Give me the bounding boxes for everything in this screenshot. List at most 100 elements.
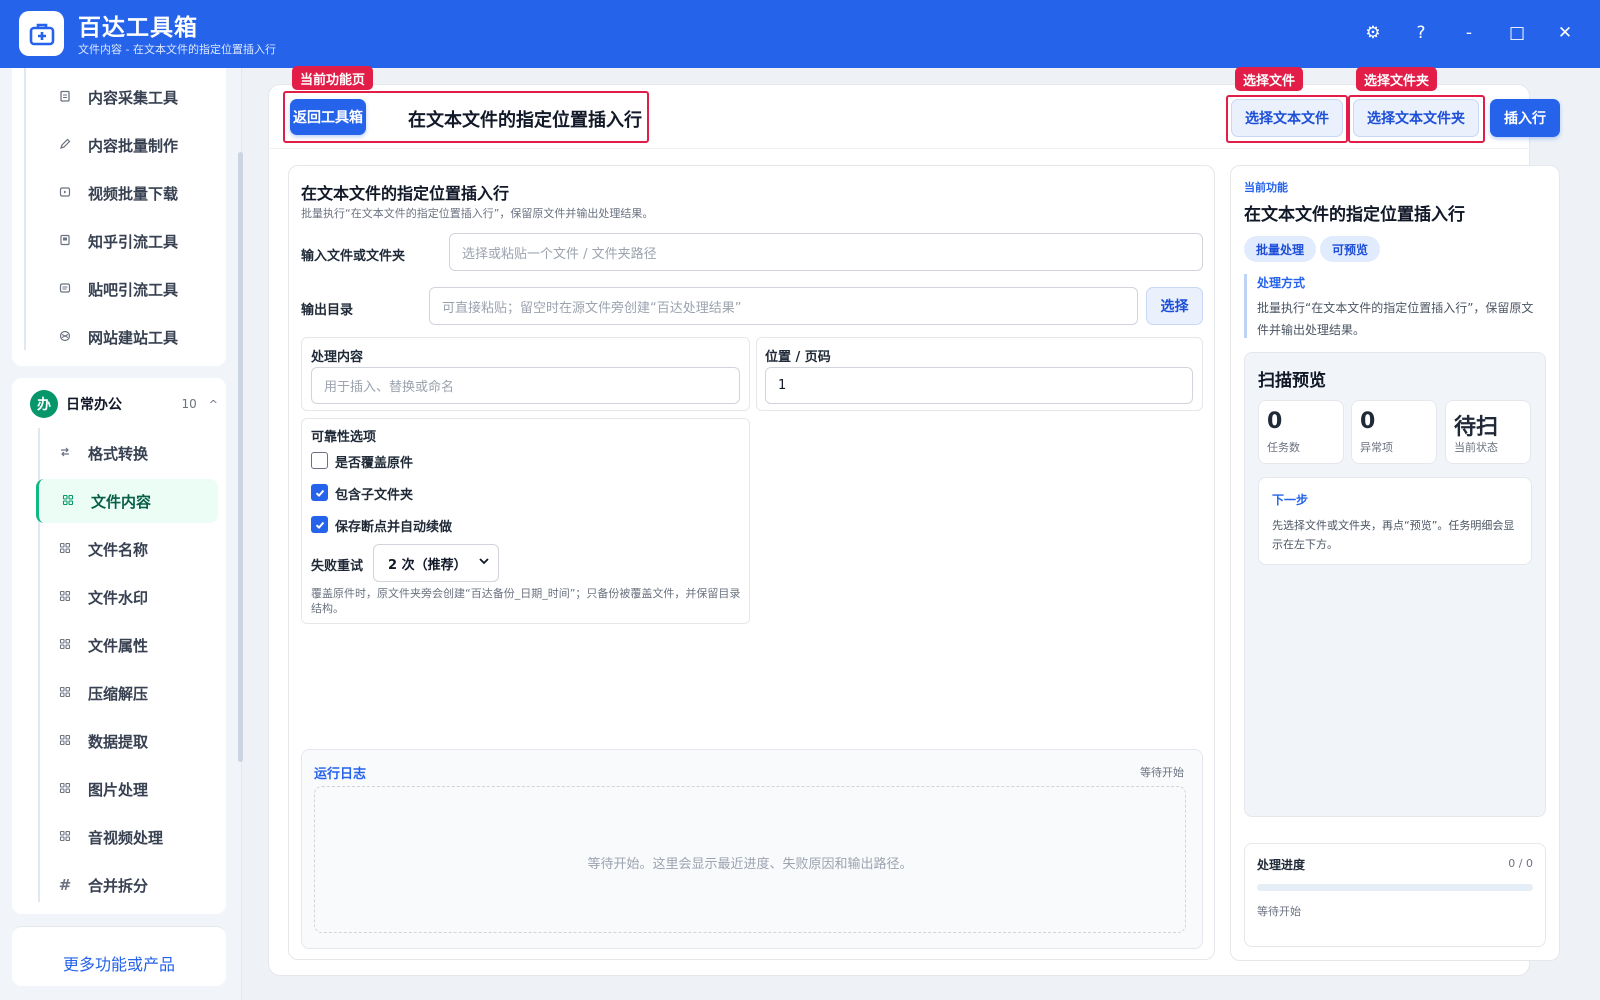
grid-icon bbox=[52, 590, 78, 605]
run-log-output: 等待开始。这里会显示最近进度、失败原因和输出路径。 bbox=[314, 786, 1186, 933]
grid-icon bbox=[52, 782, 78, 797]
group-badge: 办 bbox=[30, 390, 58, 418]
book-icon bbox=[52, 234, 78, 249]
sidebar-item-label: 知乎引流工具 bbox=[88, 232, 179, 251]
check-icon bbox=[315, 489, 324, 497]
stat-caption: 任务数 bbox=[1267, 441, 1300, 454]
group-label: 日常办公 bbox=[66, 397, 122, 413]
globe-icon bbox=[52, 330, 78, 345]
toolbox-logo-icon bbox=[19, 11, 64, 56]
current-function-title: 在文本文件的指定位置插入行 bbox=[1244, 205, 1465, 225]
stat-value: 0 bbox=[1360, 409, 1376, 434]
select-text-file-button[interactable]: 选择文本文件 bbox=[1231, 99, 1343, 137]
minimize-button[interactable]: - bbox=[1458, 22, 1480, 44]
sidebar-item-office-3[interactable]: 文件水印 bbox=[36, 575, 218, 619]
sidebar-item-label: 文件内容 bbox=[91, 492, 152, 511]
content-input[interactable]: 用于插入、替换或命名 bbox=[311, 367, 740, 404]
sidebar-item-label: 网站建站工具 bbox=[88, 328, 179, 347]
progress-card: 处理进度 0 / 0 等待开始 bbox=[1244, 843, 1546, 947]
content-label: 处理内容 bbox=[311, 350, 364, 365]
stat-caption: 当前状态 bbox=[1454, 441, 1498, 454]
option-label-0[interactable]: 是否覆盖原件 bbox=[335, 452, 413, 471]
run-log-placeholder: 等待开始。这里会显示最近进度、失败原因和输出路径。 bbox=[587, 857, 913, 872]
grid-icon bbox=[52, 686, 78, 701]
sidebar-group-office[interactable]: 办 日常办公 10 ^ bbox=[30, 388, 218, 420]
annotation-select-folder: 选择文件夹 bbox=[1356, 67, 1438, 91]
sidebar-item-tools-3[interactable]: 知乎引流工具 bbox=[36, 219, 218, 263]
grid-icon bbox=[52, 830, 78, 845]
overwrite-note: 覆盖原件时，原文件夹旁会创建“百达备份_日期_时间”；只备份被覆盖文件，并保留目… bbox=[311, 587, 741, 615]
form-description: 批量执行“在文本文件的指定位置插入行”，保留原文件并输出处理结果。 bbox=[301, 207, 654, 220]
retry-select[interactable]: 2 次（推荐） bbox=[373, 544, 499, 582]
sidebar-item-label: 文件名称 bbox=[88, 540, 149, 559]
stat-caption: 异常项 bbox=[1360, 441, 1393, 454]
sidebar-item-office-9[interactable]: # 合并拆分 bbox=[36, 863, 218, 907]
method-label: 处理方式 bbox=[1257, 276, 1306, 290]
stat-current-status: 待扫 当前状态 bbox=[1445, 400, 1531, 464]
grid-icon bbox=[52, 734, 78, 749]
insert-line-button[interactable]: 插入行 bbox=[1490, 99, 1560, 137]
stat-value: 0 bbox=[1267, 409, 1283, 434]
output-label: 输出目录 bbox=[301, 303, 354, 318]
option-label-1[interactable]: 包含子文件夹 bbox=[335, 484, 413, 503]
option-checkbox-1[interactable] bbox=[311, 484, 328, 501]
form-title: 在文本文件的指定位置插入行 bbox=[301, 184, 510, 203]
settings-icon[interactable]: ⚙ bbox=[1362, 22, 1384, 44]
sidebar-item-office-4[interactable]: 文件属性 bbox=[36, 623, 218, 667]
chevron-up-icon[interactable]: ^ bbox=[209, 398, 218, 411]
stat-error-count: 0 异常项 bbox=[1351, 400, 1437, 464]
position-label: 位置 / 页码 bbox=[765, 350, 831, 365]
method-text: 批量执行“在文本文件的指定位置插入行”，保留原文件并输出处理结果。 bbox=[1257, 301, 1534, 337]
retry-label: 失败重试 bbox=[311, 559, 364, 574]
clipboard-icon bbox=[52, 90, 78, 105]
maximize-button[interactable]: □ bbox=[1506, 22, 1528, 44]
stat-task-count: 0 任务数 bbox=[1258, 400, 1344, 464]
help-icon[interactable]: ? bbox=[1410, 22, 1432, 44]
output-select-button[interactable]: 选择 bbox=[1146, 287, 1203, 325]
sidebar-item-tools-1[interactable]: 内容批量制作 bbox=[36, 123, 218, 167]
sidebar-item-office-2[interactable]: 文件名称 bbox=[36, 527, 218, 571]
tag-batch: 批量处理 bbox=[1244, 236, 1317, 262]
pencil-icon bbox=[52, 138, 78, 153]
select-text-folder-button[interactable]: 选择文本文件夹 bbox=[1353, 99, 1479, 137]
sidebar-item-office-8[interactable]: 音视频处理 bbox=[36, 815, 218, 859]
title-bar: 百达工具箱 文件内容 - 在文本文件的指定位置插入行 ⚙ ? - □ ✕ bbox=[0, 0, 1600, 68]
grid-icon bbox=[55, 494, 81, 509]
sidebar-item-office-0[interactable]: 格式转换 bbox=[36, 431, 218, 475]
option-checkbox-0[interactable] bbox=[311, 452, 328, 469]
sidebar-item-office-6[interactable]: 数据提取 bbox=[36, 719, 218, 763]
group-count: 10 bbox=[181, 397, 197, 411]
sidebar-item-office-1[interactable]: 文件内容 bbox=[36, 479, 218, 523]
sidebar-item-label: 数据提取 bbox=[88, 732, 149, 751]
scan-title: 扫描预览 bbox=[1258, 371, 1326, 391]
sidebar-item-label: 文件水印 bbox=[88, 588, 149, 607]
grid-icon bbox=[52, 638, 78, 653]
input-path-field[interactable]: 选择或粘贴一个文件 / 文件夹路径 bbox=[449, 233, 1203, 271]
next-step-label: 下一步 bbox=[1272, 493, 1309, 507]
sidebar-item-label: 文件属性 bbox=[88, 636, 149, 655]
option-checkbox-2[interactable] bbox=[311, 516, 328, 533]
back-to-toolbox-button[interactable]: 返回工具箱 bbox=[290, 99, 366, 135]
grid-icon bbox=[52, 542, 78, 557]
sidebar-item-office-5[interactable]: 压缩解压 bbox=[36, 671, 218, 715]
sidebar-item-tools-0[interactable]: 内容采集工具 bbox=[36, 75, 218, 119]
progress-status: 等待开始 bbox=[1257, 905, 1301, 918]
sidebar-item-label: 内容批量制作 bbox=[88, 136, 179, 155]
more-products-link[interactable]: 更多功能或产品 bbox=[12, 951, 226, 975]
sidebar-item-tools-4[interactable]: 贴吧引流工具 bbox=[36, 267, 218, 311]
sidebar-item-label: 贴吧引流工具 bbox=[88, 280, 179, 299]
next-step-text: 先选择文件或文件夹，再点“预览”。任务明细会显示在左下方。 bbox=[1272, 519, 1515, 551]
sidebar-item-tools-2[interactable]: 视频批量下载 bbox=[36, 171, 218, 215]
progress-count: 0 / 0 bbox=[1508, 857, 1533, 870]
position-input[interactable]: 1 bbox=[765, 367, 1193, 404]
close-button[interactable]: ✕ bbox=[1554, 22, 1576, 44]
app-title: 百达工具箱 bbox=[78, 15, 198, 41]
sidebar-scrollbar[interactable] bbox=[238, 78, 243, 768]
option-label-2[interactable]: 保存断点并自动续做 bbox=[335, 516, 452, 535]
sidebar-item-office-7[interactable]: 图片处理 bbox=[36, 767, 218, 811]
output-dir-field[interactable]: 可直接粘贴；留空时在源文件旁创建“百达处理结果” bbox=[429, 287, 1138, 325]
video-icon bbox=[52, 186, 78, 201]
sidebar-item-tools-5[interactable]: 网站建站工具 bbox=[36, 315, 218, 359]
progress-bar bbox=[1257, 884, 1533, 891]
method-accent-bar bbox=[1244, 274, 1247, 338]
